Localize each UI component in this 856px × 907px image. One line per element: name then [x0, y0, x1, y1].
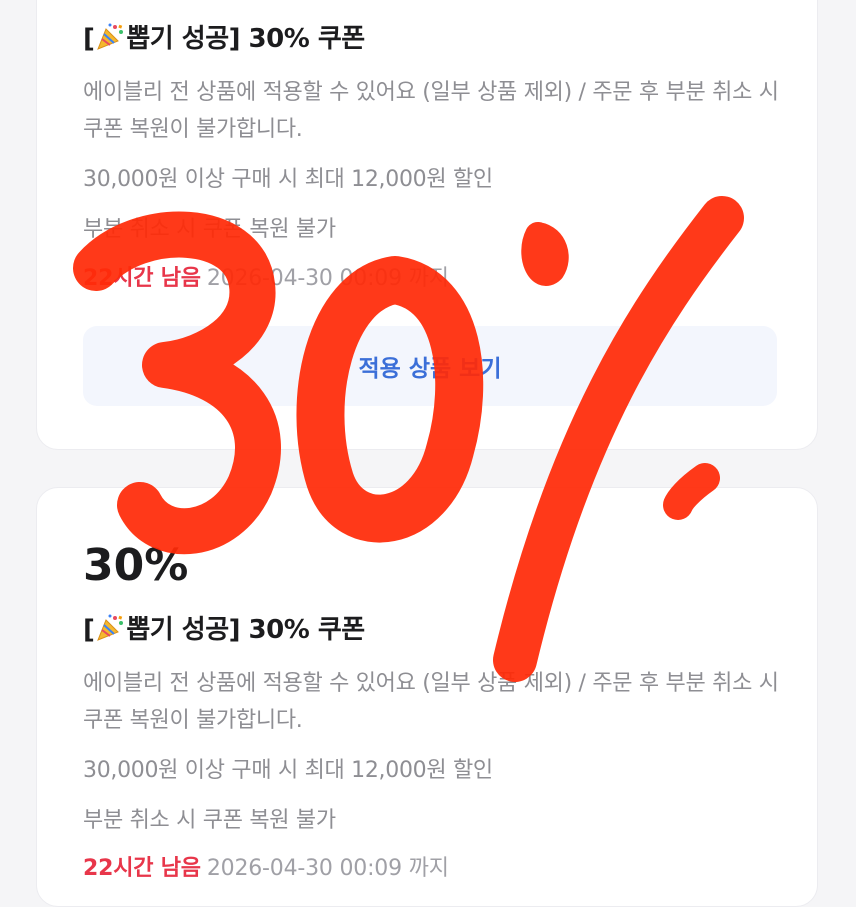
- coupon-card: 30% [ 뽑기 성공] 30% 쿠폰 에이블리 전 상품에 적용할 수 있어요…: [36, 487, 818, 907]
- coupon-description: 에이블리 전 상품에 적용할 수 있어요 (일부 상품 제외) / 주문 후 부…: [83, 80, 779, 142]
- coupon-condition: 30,000원 이상 구매 시 최대 12,000원 할인: [83, 167, 493, 192]
- coupon-cancel-note: 부분 취소 시 쿠폰 복원 불가: [83, 217, 336, 242]
- coupon-card: [ 뽑기 성공] 30% 쿠폰 에이블리 전 상품에 적용할 수 있어요 (일부…: [36, 0, 818, 450]
- coupon-expiry-row: 22시간 남음 2026-04-30 00:09 까지: [83, 850, 449, 882]
- coupon-discount-percent: 30%: [83, 540, 189, 591]
- coupon-title-text: 뽑기 성공] 30% 쿠폰: [126, 24, 365, 54]
- party-popper-icon: [95, 22, 125, 52]
- expiry-date: 2026-04-30 00:09 까지: [206, 266, 449, 291]
- coupon-expiry-row: 22시간 남음 2026-04-30 00:09 까지: [83, 260, 449, 292]
- remaining-time-badge: 22시간 남음: [83, 856, 201, 881]
- remaining-time-badge: 22시간 남음: [83, 266, 201, 291]
- coupon-description: 에이블리 전 상품에 적용할 수 있어요 (일부 상품 제외) / 주문 후 부…: [83, 671, 779, 733]
- coupon-title-bracket: [: [83, 24, 95, 54]
- coupon-title: [ 뽑기 성공] 30% 쿠폰: [83, 18, 365, 55]
- coupon-cancel-note: 부분 취소 시 쿠폰 복원 불가: [83, 808, 336, 833]
- expiry-date: 2026-04-30 00:09 까지: [206, 856, 449, 881]
- view-applicable-products-button[interactable]: 적용 상품 보기: [83, 326, 777, 406]
- coupon-condition: 30,000원 이상 구매 시 최대 12,000원 할인: [83, 758, 493, 783]
- coupon-title-bracket: [: [83, 615, 95, 645]
- party-popper-icon: [95, 613, 125, 643]
- coupon-title-text: 뽑기 성공] 30% 쿠폰: [126, 615, 365, 645]
- coupon-title: [ 뽑기 성공] 30% 쿠폰: [83, 609, 365, 646]
